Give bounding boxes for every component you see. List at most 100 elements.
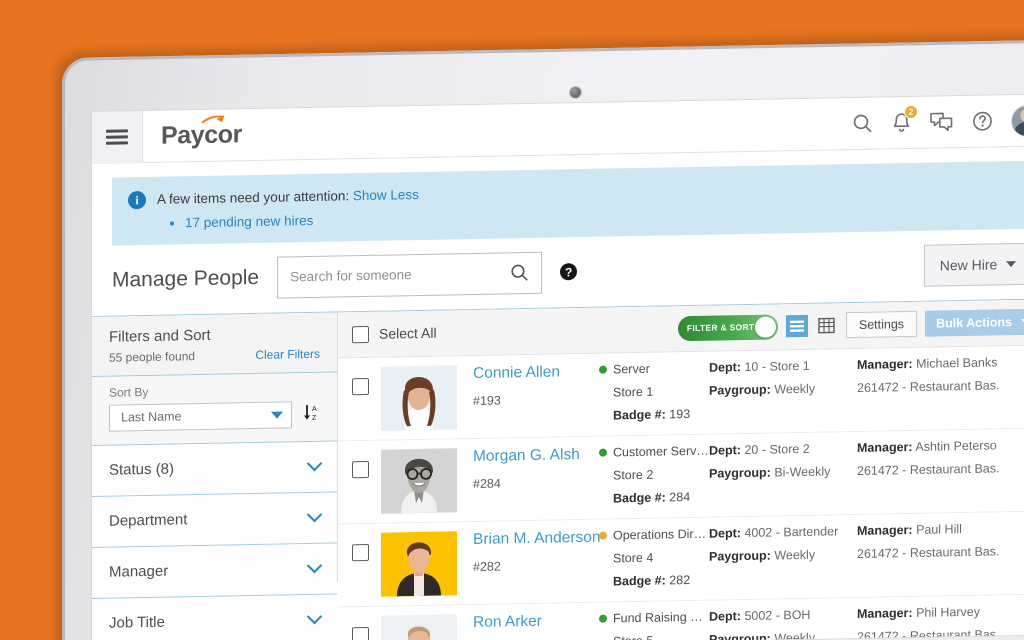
svg-text:Z: Z bbox=[312, 415, 317, 422]
new-hire-button[interactable]: New Hire bbox=[924, 242, 1024, 286]
dept-label: Dept bbox=[709, 443, 737, 458]
status-badge bbox=[599, 448, 607, 456]
chevron-down-icon bbox=[307, 609, 323, 625]
chevron-down-icon bbox=[1006, 261, 1016, 267]
list-view-icon[interactable] bbox=[786, 315, 808, 337]
person-id: #193 bbox=[473, 392, 597, 408]
manager: Manager: Michael Banks bbox=[857, 354, 1024, 371]
person-id: #282 bbox=[473, 558, 597, 574]
avatar bbox=[381, 531, 457, 596]
filter-sort-toggle[interactable]: FILTER & SORT bbox=[678, 314, 778, 341]
manager: Manager: Phil Harvey bbox=[857, 603, 1024, 620]
badge-number: Badge #: 282 bbox=[599, 572, 709, 588]
paygroup-value: Weekly bbox=[774, 547, 815, 562]
sidebar-item-department[interactable]: Department bbox=[92, 492, 337, 547]
content-area: Filters and Sort 55 people found Clear F… bbox=[92, 298, 1024, 586]
chevron-down-icon bbox=[307, 558, 323, 574]
help-icon[interactable] bbox=[972, 110, 993, 131]
page-title: Manage People bbox=[112, 265, 259, 292]
filters-header: Filters and Sort 55 people found Clear F… bbox=[92, 312, 337, 376]
paygroup-label: Paygroup bbox=[709, 631, 767, 640]
person-name[interactable]: Brian M. Anderson bbox=[473, 528, 597, 549]
row-checkbox[interactable] bbox=[352, 626, 369, 640]
dept-value: 20 - Store 2 bbox=[744, 441, 809, 456]
people-found-count: 55 people found bbox=[109, 349, 195, 365]
paycor-logo: Paycor bbox=[161, 120, 242, 150]
search-box[interactable] bbox=[277, 251, 542, 298]
bulk-actions-button[interactable]: Bulk Actions bbox=[925, 309, 1024, 337]
chevron-down-icon bbox=[307, 456, 323, 472]
table-row[interactable]: Morgan G. Alsh #284 Customer Service Re.… bbox=[338, 428, 1024, 524]
filter-sort-toggle-label: FILTER & SORT bbox=[687, 322, 755, 333]
select-all-checkbox[interactable] bbox=[352, 325, 369, 342]
person-name[interactable]: Ron Arker bbox=[473, 611, 597, 632]
dept: Dept: 5002 - BOH bbox=[709, 607, 857, 624]
dept-label: Dept bbox=[709, 609, 737, 624]
application-screen: Paycor 2 bbox=[92, 94, 1024, 640]
chevron-down-icon bbox=[271, 411, 283, 418]
store: Store 2 bbox=[599, 466, 709, 482]
dept: Dept: 10 - Store 1 bbox=[709, 358, 857, 375]
badge-value: 284 bbox=[669, 490, 690, 504]
sidebar-item-manager[interactable]: Manager bbox=[92, 543, 337, 598]
messages-icon[interactable] bbox=[930, 112, 953, 132]
search-icon[interactable] bbox=[852, 113, 873, 134]
show-less-link[interactable]: Show Less bbox=[353, 187, 419, 203]
table-row[interactable]: Connie Allen #193 Server Store 1 Badge #… bbox=[338, 345, 1024, 441]
search-input[interactable] bbox=[290, 266, 502, 285]
row-checkbox[interactable] bbox=[352, 377, 369, 394]
paygroup-value: Weekly bbox=[774, 630, 815, 640]
banner-item-pending-hires[interactable]: 17 pending new hires bbox=[185, 211, 419, 230]
sort-by-select[interactable]: Last Name bbox=[109, 401, 292, 431]
select-all-label: Select All bbox=[379, 325, 437, 342]
person-name[interactable]: Connie Allen bbox=[473, 362, 597, 383]
manager-label: Manager bbox=[857, 440, 908, 455]
banner-message-row: A few items need your attention: Show Le… bbox=[157, 185, 419, 209]
row-checkbox[interactable] bbox=[352, 460, 369, 477]
badge-number: Badge #: 193 bbox=[599, 406, 709, 422]
manager-label: Manager bbox=[857, 357, 908, 372]
facet-label: Status (8) bbox=[109, 461, 174, 479]
paygroup-label: Paygroup bbox=[709, 382, 767, 397]
status-badge bbox=[599, 614, 607, 622]
job-title: Operations Director bbox=[613, 526, 709, 542]
paygroup: Paygroup: Weekly bbox=[709, 547, 857, 564]
paygroup: Paygroup: Bi-Weekly bbox=[709, 464, 857, 481]
sidebar-item-job-title[interactable]: Job Title bbox=[92, 594, 337, 640]
app-header-actions: 2 bbox=[852, 105, 1024, 139]
company: 261472 - Restaurant Bas. bbox=[857, 460, 1024, 477]
row-checkbox[interactable] bbox=[352, 543, 369, 560]
clear-filters-link[interactable]: Clear Filters bbox=[255, 346, 320, 361]
chevron-down-icon bbox=[307, 507, 323, 523]
dept-label: Dept bbox=[709, 526, 737, 541]
grid-view-icon[interactable] bbox=[816, 314, 838, 336]
store: Store 4 bbox=[599, 549, 709, 565]
status-badge bbox=[599, 531, 607, 539]
user-avatar[interactable] bbox=[1012, 105, 1024, 136]
company: 261472 - Restaurant Bas. bbox=[857, 543, 1024, 560]
dept-label: Dept bbox=[709, 360, 737, 375]
facet-label: Manager bbox=[109, 563, 168, 581]
badge-value: 193 bbox=[669, 407, 690, 421]
notifications-icon[interactable]: 2 bbox=[892, 112, 911, 133]
person-id: #284 bbox=[473, 475, 597, 491]
sort-az-icon[interactable]: A Z bbox=[303, 403, 320, 425]
person-name[interactable]: Morgan G. Alsh bbox=[473, 445, 597, 466]
paygroup-label: Paygroup bbox=[709, 548, 767, 563]
table-row[interactable]: Brian M. Anderson #282 Operations Direct… bbox=[338, 511, 1024, 607]
paygroup-label: Paygroup bbox=[709, 465, 767, 480]
manager-label: Manager bbox=[857, 606, 908, 621]
menu-button[interactable] bbox=[92, 111, 143, 164]
company: 261472 - Restaurant Bas. bbox=[857, 377, 1024, 394]
filters-sidebar: Filters and Sort 55 people found Clear F… bbox=[92, 312, 337, 585]
manager-value: Ashtin Peterso bbox=[915, 438, 996, 453]
search-help-icon[interactable]: ? bbox=[560, 263, 577, 280]
sort-by-value: Last Name bbox=[121, 409, 181, 424]
dept-value: 4002 - Bartender bbox=[744, 524, 838, 540]
facet-label: Department bbox=[109, 511, 187, 529]
settings-button[interactable]: Settings bbox=[846, 311, 917, 338]
paygroup: Paygroup: Weekly bbox=[709, 381, 857, 398]
people-list-column: Select All FILTER & SORT bbox=[337, 299, 1024, 581]
paygroup-value: Bi-Weekly bbox=[774, 464, 830, 479]
sidebar-item-status[interactable]: Status (8) bbox=[92, 441, 337, 496]
